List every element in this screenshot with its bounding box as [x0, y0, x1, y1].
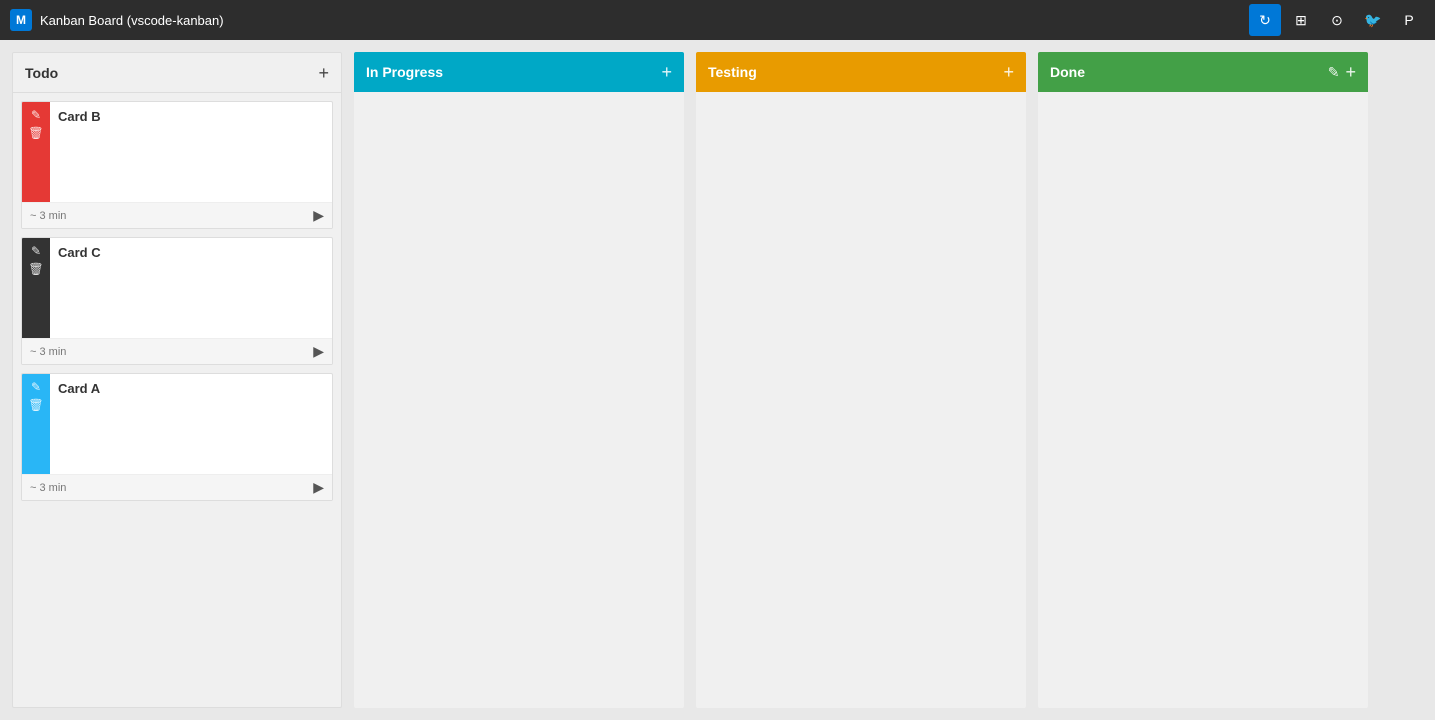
card-b-footer: ~ 3 min ▶: [22, 202, 332, 228]
card-c-footer: ~ 3 min ▶: [22, 338, 332, 364]
column-inprogress-add-button[interactable]: +: [661, 63, 672, 81]
app-header: M Kanban Board (vscode-kanban) ↻ ⊞ ⊙ 🐦 P: [0, 0, 1435, 40]
refresh-button[interactable]: ↻: [1249, 4, 1281, 36]
column-done: Done ✎ +: [1038, 52, 1368, 708]
column-todo-title: Todo: [25, 65, 58, 81]
card-b-edit-icon[interactable]: ✎: [31, 108, 41, 122]
header-left: M Kanban Board (vscode-kanban): [10, 9, 224, 31]
github-icon: ⊙: [1331, 12, 1343, 29]
patreon-icon: P: [1404, 12, 1413, 28]
card-a-edit-icon[interactable]: ✎: [31, 380, 41, 394]
card-b-body: ✎ 🗑 Card B: [22, 102, 332, 202]
column-inprogress-title: In Progress: [366, 64, 443, 80]
column-done-actions: ✎ +: [1328, 63, 1356, 81]
patreon-button[interactable]: P: [1393, 4, 1425, 36]
column-done-add-button[interactable]: +: [1345, 63, 1356, 81]
card-c-content: Card C: [50, 238, 332, 338]
card-c-body: ✎ 🗑 Card C: [22, 238, 332, 338]
column-inprogress-header: In Progress +: [354, 52, 684, 92]
card-c-time: ~ 3 min: [30, 346, 66, 358]
column-testing: Testing +: [696, 52, 1026, 708]
column-testing-body: [696, 92, 1026, 708]
column-done-header: Done ✎ +: [1038, 52, 1368, 92]
card-b-colorbar: ✎ 🗑: [22, 102, 50, 202]
card-a-content: Card A: [50, 374, 332, 474]
column-inprogress-body: [354, 92, 684, 708]
column-todo-actions: +: [318, 64, 329, 82]
card-a-colorbar: ✎ 🗑: [22, 374, 50, 474]
card-a-footer: ~ 3 min ▶: [22, 474, 332, 500]
card-a-time: ~ 3 min: [30, 482, 66, 494]
card-b-content: Card B: [50, 102, 332, 202]
twitter-button[interactable]: 🐦: [1357, 4, 1389, 36]
column-inprogress-actions: +: [661, 63, 672, 81]
column-testing-title: Testing: [708, 64, 757, 80]
column-done-body: [1038, 92, 1368, 708]
app-container: M Kanban Board (vscode-kanban) ↻ ⊞ ⊙ 🐦 P: [0, 0, 1435, 720]
column-done-edit-button[interactable]: ✎: [1328, 65, 1340, 79]
card-c-delete-icon[interactable]: 🗑: [28, 262, 43, 276]
column-todo-add-button[interactable]: +: [318, 64, 329, 82]
column-todo: Todo + ✎ 🗑 Card B: [12, 52, 342, 708]
card-b-title: Card B: [58, 109, 101, 124]
column-inprogress: In Progress +: [354, 52, 684, 708]
column-todo-header: Todo +: [13, 53, 341, 93]
card-a-delete-icon[interactable]: 🗑: [28, 398, 43, 412]
twitter-icon: 🐦: [1364, 12, 1381, 29]
column-testing-actions: +: [1003, 63, 1014, 81]
card-b-play-button[interactable]: ▶: [313, 207, 324, 224]
card-b-time: ~ 3 min: [30, 210, 66, 222]
card-b[interactable]: ✎ 🗑 Card B ~ 3 min ▶: [21, 101, 333, 229]
card-a-title: Card A: [58, 381, 100, 396]
file-icon: ⊞: [1295, 12, 1307, 29]
card-c[interactable]: ✎ 🗑 Card C ~ 3 min ▶: [21, 237, 333, 365]
card-c-title: Card C: [58, 245, 101, 260]
column-todo-body: ✎ 🗑 Card B ~ 3 min ▶: [13, 93, 341, 707]
column-done-title: Done: [1050, 64, 1085, 80]
header-right: ↻ ⊞ ⊙ 🐦 P: [1249, 4, 1425, 36]
card-b-delete-icon[interactable]: 🗑: [28, 126, 43, 140]
kanban-board: Todo + ✎ 🗑 Card B: [0, 40, 1435, 720]
app-logo: M: [10, 9, 32, 31]
card-a-play-button[interactable]: ▶: [313, 479, 324, 496]
card-a[interactable]: ✎ 🗑 Card A ~ 3 min ▶: [21, 373, 333, 501]
column-testing-header: Testing +: [696, 52, 1026, 92]
card-a-body: ✎ 🗑 Card A: [22, 374, 332, 474]
refresh-icon: ↻: [1259, 12, 1271, 29]
card-c-edit-icon[interactable]: ✎: [31, 244, 41, 258]
file-button[interactable]: ⊞: [1285, 4, 1317, 36]
app-title: Kanban Board (vscode-kanban): [40, 13, 224, 28]
github-button[interactable]: ⊙: [1321, 4, 1353, 36]
card-c-colorbar: ✎ 🗑: [22, 238, 50, 338]
card-c-play-button[interactable]: ▶: [313, 343, 324, 360]
column-testing-add-button[interactable]: +: [1003, 63, 1014, 81]
